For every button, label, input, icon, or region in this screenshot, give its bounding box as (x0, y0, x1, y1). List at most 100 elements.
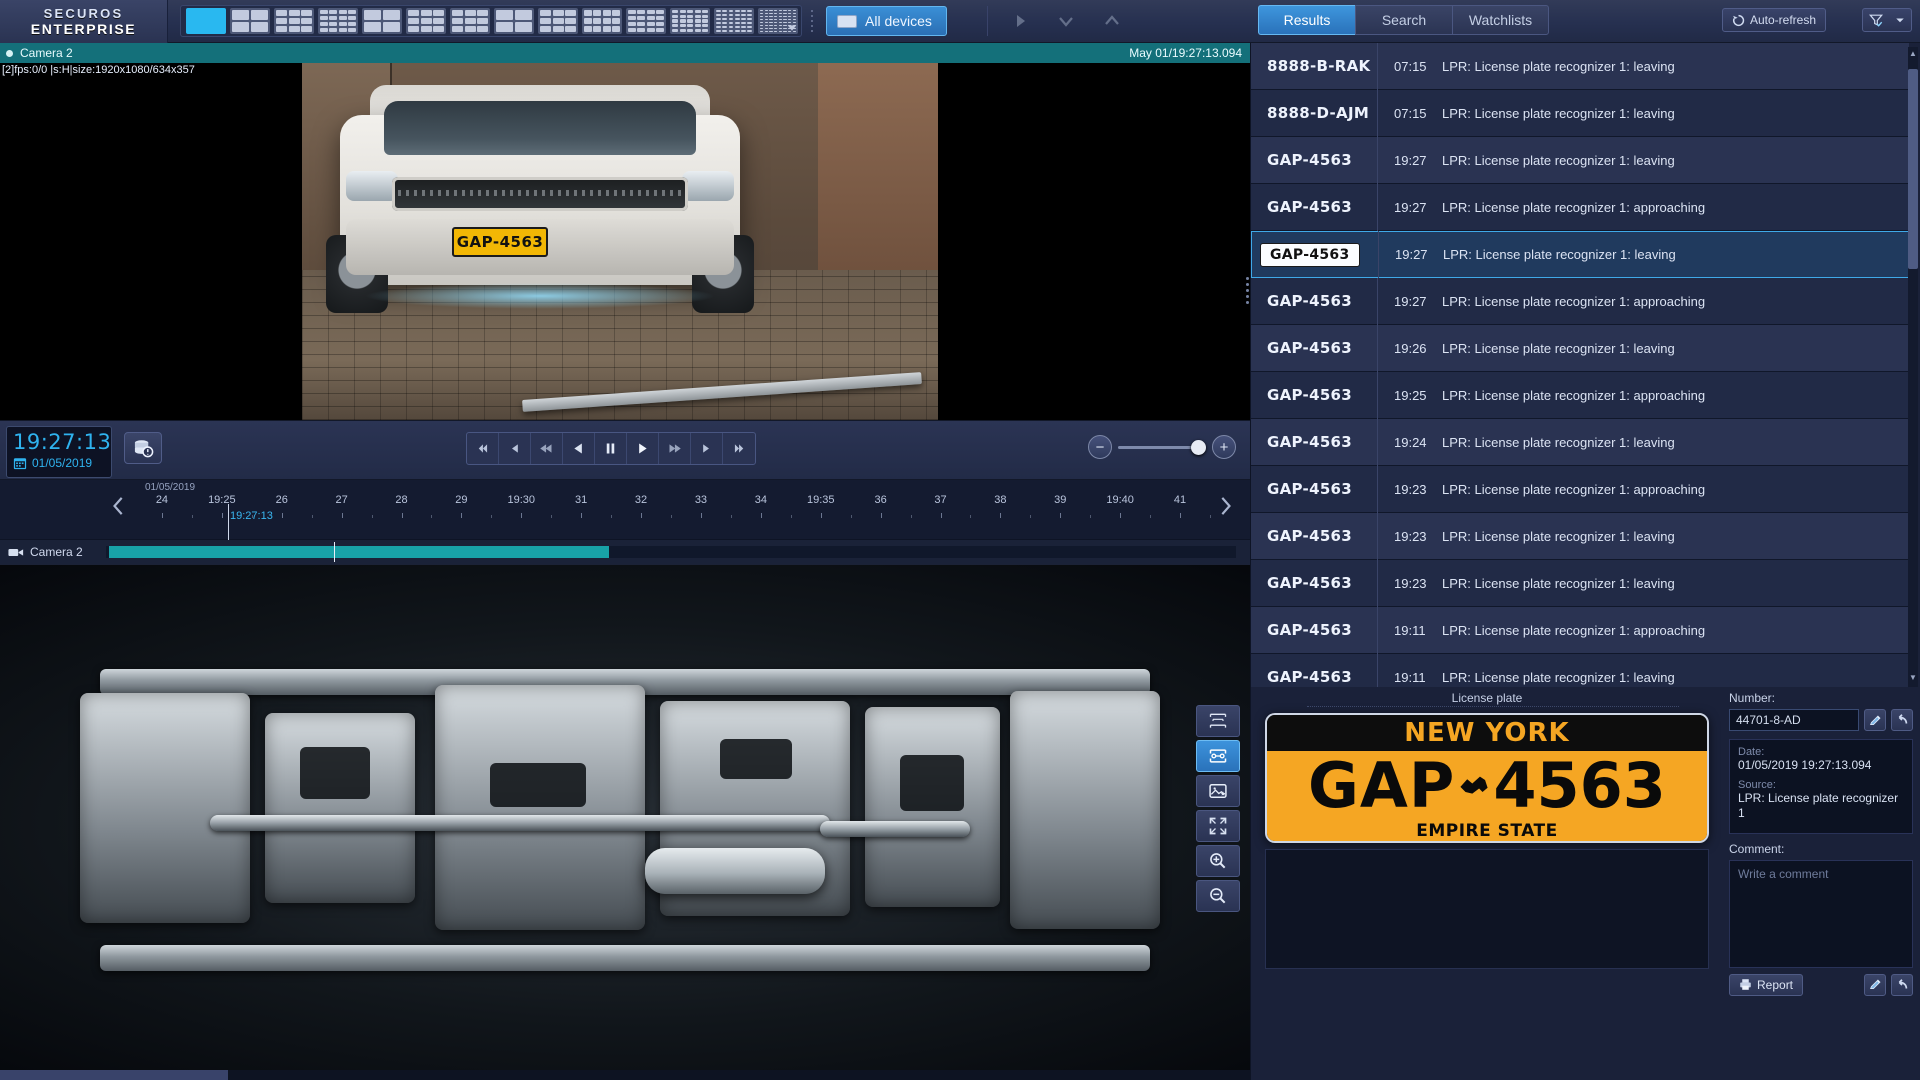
table-row[interactable]: 8888-D-AJM 07:15 LPR: License plate recogn… (1251, 89, 1909, 137)
table-row[interactable]: GAP-4563 19:23 LPR: License plate recogniz… (1251, 465, 1909, 513)
skip-to-end-button[interactable] (723, 433, 755, 464)
table-row[interactable]: GAP-4563 19:27 LPR: License plate recogniz… (1251, 277, 1909, 325)
timeline-prev-button[interactable] (108, 494, 130, 518)
chevron-down-icon[interactable] (1056, 11, 1076, 31)
layout-button-6[interactable] (406, 8, 446, 34)
table-row[interactable]: 8888-B-RAK 07:15 LPR: License plate recogn… (1251, 43, 1909, 90)
chevron-up-icon[interactable] (1102, 11, 1122, 31)
layout-button-11[interactable] (626, 8, 666, 34)
timeline-zoom-handle[interactable] (1191, 439, 1206, 455)
report-button[interactable]: Report (1729, 973, 1804, 996)
timeline-tick-mark (1120, 513, 1122, 518)
timeline-tick-label: 32 (634, 494, 648, 506)
scroll-up-arrow[interactable]: ▲ (1908, 49, 1918, 61)
layout-button-5[interactable] (362, 8, 402, 34)
number-undo-button[interactable] (1891, 709, 1913, 731)
measure-width-icon[interactable] (1196, 740, 1240, 772)
table-row[interactable]: GAP-4563 19:24 LPR: License plate recogniz… (1251, 418, 1909, 466)
number-input[interactable]: 44701-8-AD (1729, 709, 1859, 731)
table-row[interactable]: GAP-4563 19:11 LPR: License plate recogniz… (1251, 606, 1909, 654)
chevron-down-icon (1895, 18, 1904, 23)
timeline-tick-mark-minor (1150, 515, 1152, 518)
calendar-icon (13, 458, 27, 470)
timeline-tick-mark (1180, 513, 1182, 518)
scene-wall-right (818, 63, 938, 293)
fullscreen-icon[interactable] (1196, 810, 1240, 842)
timeline-track-cursor (334, 542, 335, 562)
skip-to-start-button[interactable] (467, 433, 499, 464)
layout-button-10[interactable] (582, 8, 622, 34)
row-plate-number: GAP-4563 (1267, 292, 1353, 310)
layout-button-7[interactable] (450, 8, 490, 34)
layout-button-8[interactable] (494, 8, 534, 34)
play-button[interactable] (627, 433, 659, 464)
pencil-icon (1869, 979, 1881, 990)
table-row[interactable]: GAP-4563 19:25 LPR: License plate recogniz… (1251, 371, 1909, 419)
timeline-zoom-in-button[interactable]: + (1212, 435, 1236, 459)
timeline-tick-label: 19:25 (208, 494, 236, 506)
number-edit-button[interactable] (1864, 709, 1886, 731)
table-row-selected[interactable]: GAP-4563 19:27 LPR: License plate recogniz… (1251, 231, 1909, 278)
filter-control[interactable] (1862, 8, 1912, 32)
fast-forward-button[interactable] (659, 433, 691, 464)
tab-search[interactable]: Search (1355, 5, 1452, 35)
table-row[interactable]: GAP-4563 19:23 LPR: License plate recogniz… (1251, 512, 1909, 560)
layout-button-4[interactable] (318, 8, 358, 34)
printer-icon (1740, 979, 1751, 991)
play-next-icon[interactable] (1010, 11, 1030, 31)
right-panel-tabs: Results Search Watchlists (1258, 5, 1549, 35)
measure-area-icon[interactable] (1196, 705, 1240, 737)
layout-button-12[interactable] (670, 8, 710, 34)
bottom-scrollbar[interactable] (0, 1070, 1250, 1080)
zoom-out-icon[interactable] (1196, 880, 1240, 912)
timeline-tick-mark-minor (1210, 515, 1211, 518)
layout-button-9[interactable] (538, 8, 578, 34)
snapshot-icon[interactable] (1196, 775, 1240, 807)
tab-results[interactable]: Results (1258, 5, 1355, 35)
zoom-in-icon[interactable] (1196, 845, 1240, 877)
layout-button-1[interactable] (186, 8, 226, 34)
timeline-recorded-span (109, 546, 609, 558)
camera-top-view[interactable]: GAP-4563 (0, 63, 1250, 420)
comment-undo-button[interactable] (1891, 973, 1913, 996)
comment-input[interactable]: Write a comment (1729, 859, 1913, 968)
table-row[interactable]: GAP-4563 19:27 LPR: License plate recogniz… (1251, 183, 1909, 231)
all-devices-button[interactable]: All devices (826, 6, 947, 36)
auto-refresh-button[interactable]: Auto-refresh (1722, 8, 1827, 32)
timeline-zoom-slider[interactable] (1118, 439, 1206, 455)
step-forward-button[interactable] (691, 433, 723, 464)
timeline-track-bar[interactable] (106, 542, 1236, 562)
table-row[interactable]: GAP-4563 19:23 LPR: License plate recogniz… (1251, 559, 1909, 607)
timeline-next-button[interactable] (1214, 494, 1236, 518)
results-scroll-thumb[interactable] (1908, 69, 1918, 269)
layout-button-2[interactable] (230, 8, 270, 34)
layout-more-icon[interactable] (786, 22, 798, 34)
scroll-down-arrow[interactable]: ▼ (1908, 673, 1918, 685)
table-row[interactable]: GAP-4563 19:26 LPR: License plate recogniz… (1251, 324, 1909, 372)
timeline-track-camera-2[interactable]: Camera 2 (0, 540, 1250, 564)
comment-edit-button[interactable] (1864, 973, 1886, 996)
table-row[interactable]: GAP-4563 19:27 LPR: License plate recogniz… (1251, 136, 1909, 184)
rewind-button[interactable] (531, 433, 563, 464)
pause-button[interactable] (595, 433, 627, 464)
camera-bottom-view[interactable] (0, 565, 1250, 1080)
play-reverse-button[interactable] (563, 433, 595, 464)
tab-watchlists[interactable]: Watchlists (1452, 5, 1549, 35)
layout-button-13[interactable] (714, 8, 754, 34)
timeline-tick-mark (760, 513, 762, 518)
results-list: 8888-B-RAK 07:15 LPR: License plate recogn… (1251, 43, 1909, 687)
bottom-scrollbar-thumb[interactable] (0, 1070, 228, 1080)
results-scrollbar[interactable]: ▲ ▼ (1908, 47, 1918, 687)
row-time: 19:27 (1395, 247, 1428, 262)
row-event: LPR: License plate recognizer 1: leaving (1442, 669, 1675, 685)
source-value: LPR: License plate recognizer 1 (1738, 790, 1899, 821)
timeline-ruler[interactable]: 01/05/2019 24 19:25 26 27 28 29 19:30 31 32 33 34 1… (0, 480, 1250, 540)
timeline-tick-mark-minor (910, 515, 912, 518)
table-row[interactable]: GAP-4563 19:11 LPR: License plate recogniz… (1251, 653, 1909, 687)
comment-section: Comment: Write a comment Report (1729, 842, 1913, 996)
timeline-zoom-out-button[interactable]: − (1088, 435, 1112, 459)
layout-button-3[interactable] (274, 8, 314, 34)
row-event: LPR: License plate recognizer 1: leaving (1442, 434, 1675, 450)
archive-search-button[interactable] (124, 432, 162, 464)
step-back-button[interactable] (499, 433, 531, 464)
